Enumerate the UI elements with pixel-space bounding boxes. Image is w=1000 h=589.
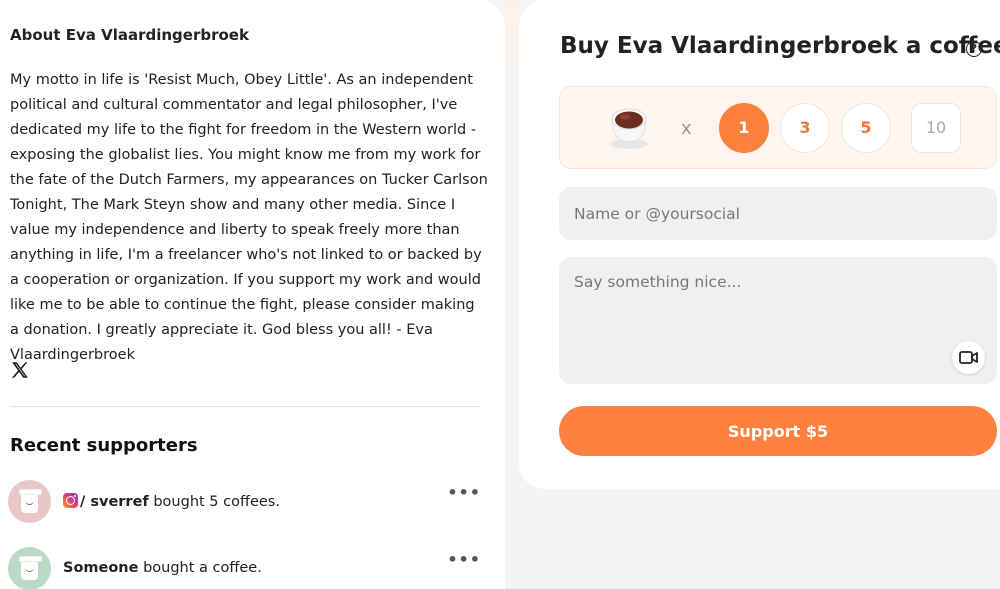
about-panel: About Eva Vlaardingerbroek My motto in l… bbox=[0, 0, 505, 589]
quantity-option-3[interactable]: 3 bbox=[780, 103, 830, 153]
recent-supporters-title: Recent supporters bbox=[10, 435, 198, 456]
avatar bbox=[8, 547, 51, 589]
supporter-prefix: / bbox=[80, 494, 91, 510]
supporter-text: / sverref bought 5 coffees. bbox=[63, 493, 280, 510]
coffee-cup-icon bbox=[19, 556, 42, 580]
name-input[interactable] bbox=[559, 187, 997, 240]
message-input[interactable] bbox=[559, 257, 997, 384]
coffee-cup-icon bbox=[19, 489, 42, 513]
custom-quantity-input[interactable]: 10 bbox=[911, 103, 961, 153]
quantity-option-1[interactable]: 1 bbox=[719, 103, 769, 153]
x-twitter-icon[interactable] bbox=[10, 360, 30, 380]
buy-coffee-card: Buy Eva Vlaardingerbroek a coffee ? x 1 … bbox=[519, 0, 1000, 489]
video-message-button[interactable] bbox=[952, 341, 985, 374]
question-circle-icon[interactable]: ? bbox=[966, 41, 982, 57]
about-title: About Eva Vlaardingerbroek bbox=[10, 26, 249, 44]
support-button[interactable]: Support $5 bbox=[559, 406, 997, 456]
supporter-name: Someone bbox=[63, 560, 139, 576]
supporter-name[interactable]: sverref bbox=[90, 494, 148, 510]
supporter-action: bought 5 coffees. bbox=[148, 494, 280, 510]
quantity-selector: x 1 3 5 10 bbox=[559, 86, 997, 169]
supporter-text: Someone bought a coffee. bbox=[63, 560, 262, 576]
supporter-row: Someone bought a coffee. ••• bbox=[8, 547, 486, 589]
video-camera-icon bbox=[959, 351, 978, 364]
more-options-icon[interactable]: ••• bbox=[447, 483, 481, 502]
supporter-action: bought a coffee. bbox=[138, 560, 262, 576]
buy-coffee-title: Buy Eva Vlaardingerbroek a coffee bbox=[560, 33, 1000, 59]
coffee-cup-icon bbox=[610, 108, 648, 149]
instagram-icon[interactable] bbox=[63, 493, 78, 508]
about-description: My motto in life is 'Resist Much, Obey L… bbox=[10, 72, 488, 363]
avatar bbox=[8, 480, 51, 523]
multiplier-sign: x bbox=[681, 118, 692, 139]
quantity-option-5[interactable]: 5 bbox=[841, 103, 891, 153]
divider bbox=[10, 406, 480, 407]
more-options-icon[interactable]: ••• bbox=[447, 550, 481, 569]
supporter-row: / sverref bought 5 coffees. ••• bbox=[8, 480, 486, 524]
background-accent bbox=[505, 0, 519, 80]
